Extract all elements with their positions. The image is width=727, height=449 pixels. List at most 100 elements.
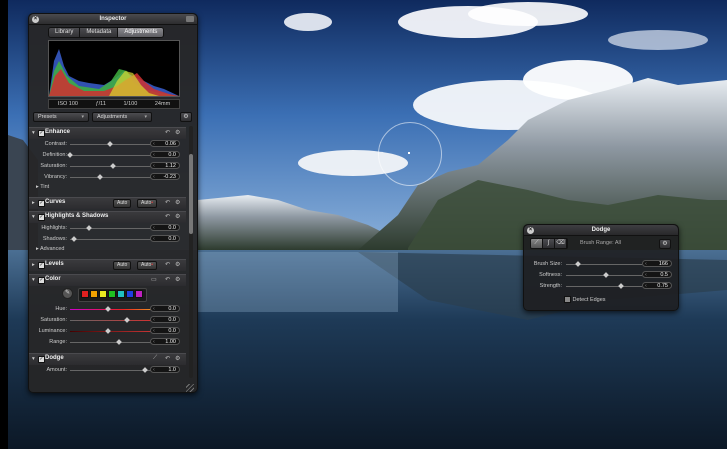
dodge-brick: ▾ ✓ Dodge ⟋ ↶ ⚙: [29, 353, 186, 365]
detect-edges-checkbox-row[interactable]: Detect Edges: [564, 296, 606, 303]
softness-value-field[interactable]: ‹ 0.5: [642, 271, 672, 278]
tint-disclosure[interactable]: ▸ Tint: [36, 184, 49, 190]
range-slider-knob[interactable]: [115, 339, 122, 345]
luminance-slider-knob[interactable]: [105, 328, 111, 334]
tab-metadata[interactable]: Metadata: [80, 28, 119, 37]
color-swatch-red[interactable]: [81, 290, 89, 298]
color-saturation-slider-knob[interactable]: [124, 317, 130, 323]
dodge-hud-titlebar[interactable]: × Dodge: [524, 225, 678, 236]
disclosure-triangle-icon[interactable]: ▸: [32, 262, 35, 268]
gear-icon[interactable]: ⚙: [180, 112, 192, 122]
color-swatch-blue[interactable]: [126, 290, 134, 298]
brush-icon[interactable]: ⟋: [153, 355, 157, 362]
eyedropper-icon[interactable]: ✎: [62, 288, 73, 299]
levels-enable-checkbox[interactable]: ✓: [38, 262, 45, 269]
enhance-header[interactable]: ▾ ✓ Enhance ↶ ⚙: [29, 127, 186, 139]
dodge-enable-checkbox[interactable]: ✓: [38, 356, 45, 363]
saturation-slider-knob[interactable]: [109, 163, 116, 169]
color-swatch-yellow[interactable]: [99, 290, 107, 298]
curves-auto-rgb-button[interactable]: Auto•: [137, 199, 158, 208]
disclosure-triangle-icon[interactable]: ▸: [32, 200, 35, 206]
detect-edges-checkbox[interactable]: [564, 296, 571, 303]
curves-auto-button[interactable]: Auto: [113, 199, 132, 208]
brush-icon[interactable]: ⟋: [531, 239, 543, 248]
close-icon[interactable]: ×: [527, 226, 534, 234]
curves-header[interactable]: ▸ ✓ Curves Auto Auto• ↶ ⚙: [29, 197, 186, 209]
eraser-icon[interactable]: ⌫: [555, 239, 567, 248]
reset-icon[interactable]: ↶: [165, 199, 170, 206]
view-toggle-icon[interactable]: ▭: [151, 276, 157, 283]
range-value-field[interactable]: ‹ 1.00: [150, 338, 180, 345]
gear-icon[interactable]: ⚙: [659, 239, 671, 249]
highlights-slider-row: Highlights: ‹ 0.0: [29, 224, 186, 233]
inspector-titlebar[interactable]: × Inspector: [29, 14, 197, 25]
adjustments-dropdown[interactable]: Adjustments ▾: [92, 112, 152, 122]
shadows-value-field[interactable]: ‹ 0.0: [150, 235, 180, 242]
levels-header[interactable]: ▸ ✓ Levels Auto Auto• ↶ ⚙: [29, 259, 186, 271]
softness-slider-knob[interactable]: [603, 272, 609, 278]
close-icon[interactable]: ×: [32, 15, 39, 23]
gear-icon[interactable]: ⚙: [175, 261, 180, 268]
definition-value-field[interactable]: ‹ 0.0: [150, 151, 180, 158]
brush-size-label: Brush Size:: [533, 261, 562, 267]
amount-slider-knob[interactable]: [142, 367, 149, 373]
enhance-enable-checkbox[interactable]: ✓: [38, 130, 45, 137]
strength-slider[interactable]: [566, 286, 642, 287]
color-swatch-magenta[interactable]: [135, 290, 143, 298]
contrast-slider-knob[interactable]: [107, 141, 114, 147]
definition-slider-knob[interactable]: [67, 152, 73, 158]
reset-icon[interactable]: ↶: [165, 355, 170, 362]
strength-value-field[interactable]: ‹ 0.75: [642, 282, 672, 289]
color-enable-checkbox[interactable]: ✓: [38, 277, 45, 284]
presets-dropdown[interactable]: Presets ▾: [33, 112, 89, 122]
scrollbar-thumb[interactable]: [189, 154, 193, 234]
strength-slider-knob[interactable]: [618, 283, 624, 289]
levels-auto-rgb-button[interactable]: Auto•: [137, 261, 158, 270]
highlights-slider-knob[interactable]: [86, 225, 92, 231]
disclosure-triangle-icon[interactable]: ▾: [32, 130, 35, 136]
gear-icon[interactable]: ⚙: [175, 129, 180, 136]
contrast-value-field[interactable]: ‹ 0.06: [150, 140, 180, 147]
disclosure-triangle-icon[interactable]: ▾: [32, 277, 35, 283]
gear-icon[interactable]: ⚙: [175, 276, 180, 283]
hue-value-field[interactable]: ‹ 0.0: [150, 305, 180, 312]
tab-adjustments[interactable]: Adjustments: [118, 28, 164, 37]
color-saturation-value-field[interactable]: ‹ 0.0: [150, 316, 180, 323]
inspector-scrollbar[interactable]: [189, 126, 193, 378]
reset-icon[interactable]: ↶: [165, 261, 170, 268]
highlights-shadows-header[interactable]: ▾ ✓ Highlights & Shadows ↶ ⚙: [29, 211, 186, 223]
vibrancy-value-field[interactable]: ‹ -0.23: [150, 173, 180, 180]
vibrancy-slider-knob[interactable]: [96, 174, 103, 180]
amount-value-field[interactable]: ‹ 1.0: [150, 366, 180, 373]
luminance-value-field[interactable]: ‹ 0.0: [150, 327, 180, 334]
gear-icon[interactable]: ⚙: [175, 213, 180, 220]
levels-auto-button[interactable]: Auto: [113, 261, 132, 270]
reset-icon[interactable]: ↶: [165, 213, 170, 220]
disclosure-triangle-icon[interactable]: ▾: [32, 356, 35, 362]
gear-icon[interactable]: ⚙: [175, 355, 180, 362]
shadows-slider-knob[interactable]: [71, 236, 77, 242]
color-header[interactable]: ▾ ✓ Color ▭ ↶ ⚙: [29, 274, 186, 286]
strength-slider-row: Strength: ‹ 0.75: [530, 282, 674, 291]
luminance-label: Luminance:: [38, 328, 67, 334]
advanced-disclosure[interactable]: ▸ Advanced: [36, 246, 64, 252]
brush-size-value-field[interactable]: ‹ 166: [642, 260, 672, 267]
color-swatch-green[interactable]: [108, 290, 116, 298]
reset-icon[interactable]: ↶: [165, 276, 170, 283]
dodge-header[interactable]: ▾ ✓ Dodge ⟋ ↶ ⚙: [29, 353, 186, 365]
color-swatch-cyan[interactable]: [117, 290, 125, 298]
color-swatch-orange[interactable]: [90, 290, 98, 298]
window-resize-icon[interactable]: [186, 16, 194, 22]
saturation-value-field[interactable]: ‹ 1.12: [150, 162, 180, 169]
tab-library[interactable]: Library: [49, 28, 81, 37]
gear-icon[interactable]: ⚙: [175, 199, 180, 206]
feather-brush-icon[interactable]: ∫: [543, 239, 555, 248]
highlights-value-field[interactable]: ‹ 0.0: [150, 224, 180, 231]
curves-enable-checkbox[interactable]: ✓: [38, 200, 45, 207]
disclosure-triangle-icon[interactable]: ▾: [32, 214, 35, 220]
highlights-shadows-enable-checkbox[interactable]: ✓: [38, 214, 45, 221]
brush-size-slider-knob[interactable]: [575, 261, 582, 267]
hue-slider-knob[interactable]: [105, 306, 111, 312]
reset-icon[interactable]: ↶: [165, 129, 170, 136]
resize-grip-icon[interactable]: [186, 384, 194, 392]
